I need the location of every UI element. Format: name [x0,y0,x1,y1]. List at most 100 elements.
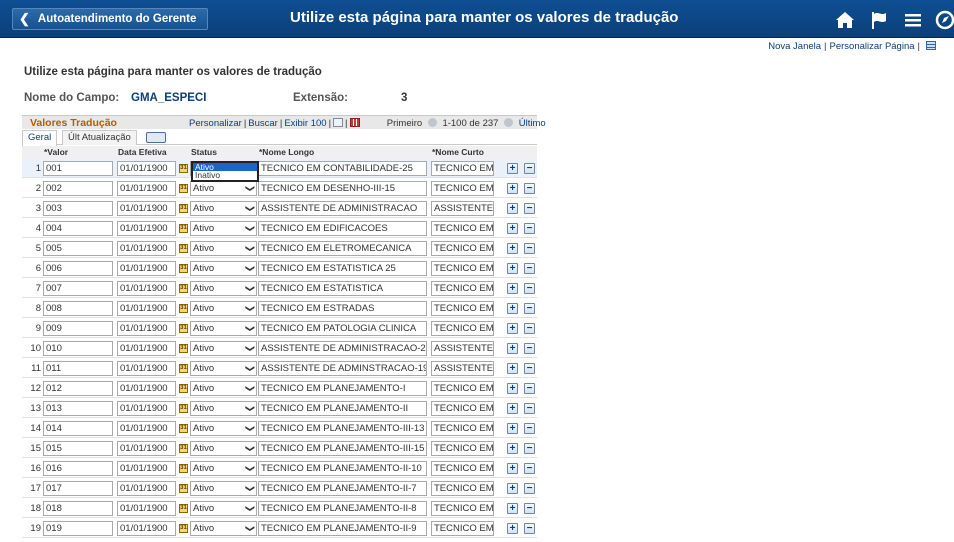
short-name-input[interactable]: ASSISTENTE [431,341,494,356]
effective-date-input[interactable]: 01/01/1900 [117,241,176,256]
calendar-icon[interactable]: 31 [179,484,188,493]
delete-row-button[interactable]: − [524,363,535,374]
value-input[interactable]: 016 [43,461,113,476]
first-label[interactable]: Primeiro [387,118,422,129]
short-name-input[interactable]: TECNICO EM [431,321,494,336]
status-select[interactable]: Ativo❯ [190,401,257,416]
effective-date-input[interactable]: 01/01/1900 [117,221,176,236]
long-name-input[interactable]: TECNICO EM ESTATISTICA 25 [258,261,427,276]
short-name-input[interactable]: TECNICO EM [431,521,494,536]
value-input[interactable]: 011 [43,361,113,376]
long-name-input[interactable]: TECNICO EM ESTATISTICA [258,281,427,296]
long-name-input[interactable]: TECNICO EM PLANEJAMENTO-III-13 [258,421,427,436]
delete-row-button[interactable]: − [524,223,535,234]
long-name-input[interactable]: TECNICO EM PLANEJAMENTO-II-8 [258,501,427,516]
delete-row-button[interactable]: − [524,283,535,294]
add-row-button[interactable]: + [507,383,518,394]
long-name-input[interactable]: TECNICO EM PLANEJAMENTO-II-10 [258,461,427,476]
add-row-button[interactable]: + [507,283,518,294]
status-select[interactable]: Ativo❯ [190,241,257,256]
effective-date-input[interactable]: 01/01/1900 [117,261,176,276]
delete-row-button[interactable]: − [524,483,535,494]
delete-row-button[interactable]: − [524,243,535,254]
value-input[interactable]: 003 [43,201,113,216]
status-select[interactable]: Ativo❯ [190,281,257,296]
effective-date-input[interactable]: 01/01/1900 [117,201,176,216]
download-icon[interactable] [349,118,360,127]
effective-date-input[interactable]: 01/01/1900 [117,301,176,316]
status-select[interactable]: Ativo❯ [190,441,257,456]
calendar-icon[interactable]: 31 [179,304,188,313]
add-row-button[interactable]: + [507,323,518,334]
long-name-input[interactable]: TECNICO EM EDIFICACOES [258,221,427,236]
calendar-icon[interactable]: 31 [179,284,188,293]
add-row-button[interactable]: + [507,223,518,234]
status-select[interactable]: Ativo❯ [190,321,257,336]
calendar-icon[interactable]: 31 [179,264,188,273]
delete-row-button[interactable]: − [524,163,535,174]
short-name-input[interactable]: TECNICO EM [431,481,494,496]
status-select[interactable]: Ativo❯ [190,221,257,236]
calendar-icon[interactable]: 31 [179,184,188,193]
delete-row-button[interactable]: − [524,183,535,194]
short-name-input[interactable]: TECNICO EM [431,461,494,476]
effective-date-input[interactable]: 01/01/1900 [117,161,176,176]
calendar-icon[interactable]: 31 [179,224,188,233]
column-header-valor[interactable]: *Valor [44,147,68,157]
short-name-input[interactable]: TECNICO EM [431,241,494,256]
calendar-icon[interactable]: 31 [179,404,188,413]
search-link[interactable]: Buscar [248,118,278,129]
delete-row-button[interactable]: − [524,203,535,214]
status-select[interactable]: Ativo❯ [190,361,257,376]
effective-date-input[interactable]: 01/01/1900 [117,361,176,376]
effective-date-input[interactable]: 01/01/1900 [117,321,176,336]
menu-icon[interactable] [902,9,924,31]
new-window-link[interactable]: Nova Janela [768,41,821,52]
personalize-page-link[interactable]: Personalizar Página [830,41,915,52]
short-name-input[interactable]: TECNICO EM [431,181,494,196]
delete-row-button[interactable]: − [524,443,535,454]
delete-row-button[interactable]: − [524,463,535,474]
add-row-button[interactable]: + [507,363,518,374]
navbar-icon[interactable] [934,9,954,31]
status-select[interactable]: Ativo❯ [190,341,257,356]
effective-date-input[interactable]: 01/01/1900 [117,401,176,416]
tab-ult-atualizacao[interactable]: Últ Atualização [62,130,137,145]
status-select[interactable]: Ativo❯ [190,421,257,436]
value-input[interactable]: 015 [43,441,113,456]
calendar-icon[interactable]: 31 [179,384,188,393]
value-input[interactable]: 013 [43,401,113,416]
delete-row-button[interactable]: − [524,423,535,434]
long-name-input[interactable]: ASSISTENTE DE ADMINSTRACAO-19 [258,361,427,376]
short-name-input[interactable]: ASSISTENTE [431,201,494,216]
long-name-input[interactable]: TECNICO EM PLANEJAMENTO-I [258,381,427,396]
add-row-button[interactable]: + [507,463,518,474]
calendar-icon[interactable]: 31 [179,524,188,533]
short-name-input[interactable]: TECNICO EM [431,161,494,176]
delete-row-button[interactable]: − [524,343,535,354]
column-header-data-efetiva[interactable]: Data Efetiva [118,147,167,157]
value-input[interactable]: 009 [43,321,113,336]
status-select[interactable]: Ativo❯ [190,181,257,196]
value-input[interactable]: 010 [43,341,113,356]
show-link[interactable]: Exibir 100 [284,118,326,129]
calendar-icon[interactable]: 31 [179,504,188,513]
delete-row-button[interactable]: − [524,383,535,394]
tab-geral[interactable]: Geral [22,130,58,146]
delete-row-button[interactable]: − [524,263,535,274]
short-name-input[interactable]: TECNICO EM [431,301,494,316]
effective-date-input[interactable]: 01/01/1900 [117,181,176,196]
value-input[interactable]: 007 [43,281,113,296]
calendar-icon[interactable]: 31 [179,324,188,333]
effective-date-input[interactable]: 01/01/1900 [117,521,176,536]
back-button[interactable]: ❮ Autoatendimento do Gerente [12,8,208,30]
delete-row-button[interactable]: − [524,323,535,334]
add-row-button[interactable]: + [507,263,518,274]
add-row-button[interactable]: + [507,423,518,434]
long-name-input[interactable]: TECNICO EM ESTRADAS [258,301,427,316]
calendar-icon[interactable]: 31 [179,364,188,373]
delete-row-button[interactable]: − [524,503,535,514]
effective-date-input[interactable]: 01/01/1900 [117,461,176,476]
status-select[interactable]: Ativo❯ [190,301,257,316]
short-name-input[interactable]: TECNICO EM [431,281,494,296]
